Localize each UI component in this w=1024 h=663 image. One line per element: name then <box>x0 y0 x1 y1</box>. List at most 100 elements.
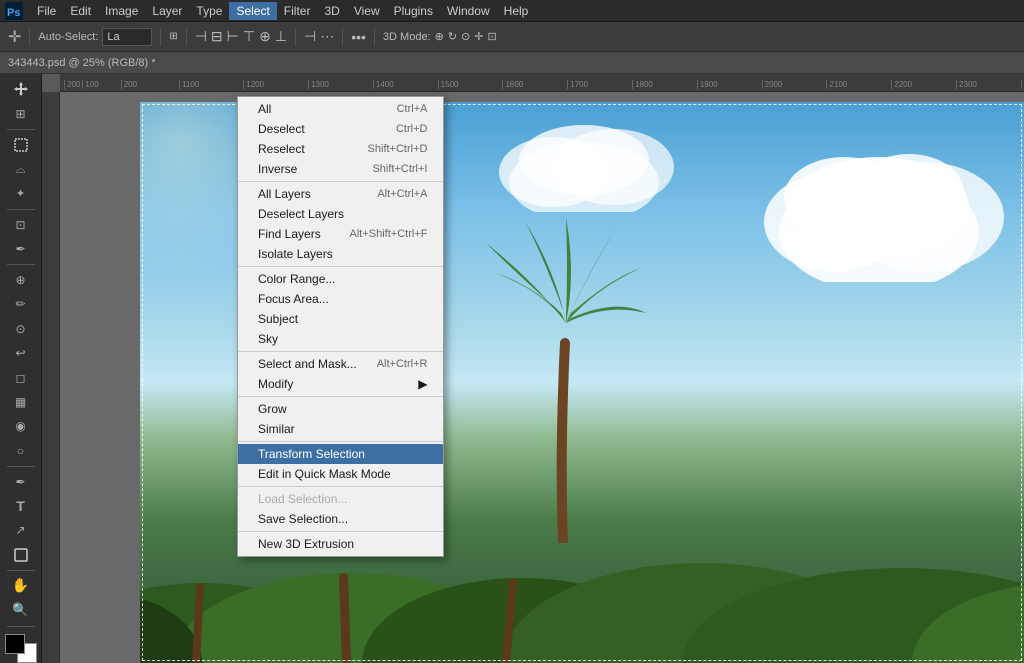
menu-item-color-range-label: Color Range... <box>258 272 335 286</box>
vertical-ruler <box>42 92 60 663</box>
menu-item-transform-selection-label: Transform Selection <box>258 447 365 461</box>
menu-item-sky[interactable]: Sky <box>238 329 443 349</box>
crop-tool[interactable]: ⊡ <box>6 213 36 235</box>
menu-section-mask: Select and Mask... Alt+Ctrl+R Modify ▶ <box>238 352 443 397</box>
tool-separator-4 <box>7 466 35 467</box>
menu-item-deselect-shortcut: Ctrl+D <box>396 123 427 135</box>
menu-item-grow[interactable]: Grow <box>238 399 443 419</box>
menu-item-select-and-mask[interactable]: Select and Mask... Alt+Ctrl+R <box>238 354 443 374</box>
distribute-left-icon[interactable]: ⊣ <box>304 28 316 45</box>
menu-item-all-shortcut: Ctrl+A <box>397 103 428 115</box>
menu-item-edit-quick-mask[interactable]: Edit in Quick Mask Mode <box>238 464 443 484</box>
menu-item-edit-quick-mask-label: Edit in Quick Mask Mode <box>258 467 391 481</box>
menu-item-focus-area-label: Focus Area... <box>258 292 329 306</box>
marquee-tool[interactable] <box>6 134 36 156</box>
menu-item-save-selection[interactable]: Save Selection... <box>238 509 443 529</box>
dodge-tool[interactable]: ○ <box>6 439 36 461</box>
align-bottom-icon[interactable]: ⊥ <box>275 28 287 45</box>
menu-item-select-and-mask-label: Select and Mask... <box>258 357 357 371</box>
hand-tool[interactable]: ✋ <box>6 575 36 597</box>
align-center-h-icon[interactable]: ⊟ <box>211 28 223 45</box>
3d-slide-icon[interactable]: ⊡ <box>488 30 497 43</box>
shape-tool[interactable] <box>6 544 36 566</box>
select-menu-panel: All Ctrl+A Deselect Ctrl+D Reselect Shif… <box>237 96 444 557</box>
align-center-v-icon[interactable]: ⊕ <box>259 28 271 45</box>
menu-item-new-3d-extrusion[interactable]: New 3D Extrusion <box>238 534 443 554</box>
menu-edit[interactable]: Edit <box>63 2 98 20</box>
menu-item-all[interactable]: All Ctrl+A <box>238 99 443 119</box>
menu-plugins[interactable]: Plugins <box>387 2 440 20</box>
menu-section-layers: All Layers Alt+Ctrl+A Deselect Layers Fi… <box>238 182 443 267</box>
menu-help[interactable]: Help <box>497 2 536 20</box>
3d-pan-icon[interactable]: ✛ <box>474 30 483 43</box>
align-left-icon[interactable]: ⊣ <box>195 28 207 45</box>
history-brush-tool[interactable]: ↩ <box>6 342 36 364</box>
heal-tool[interactable]: ⊕ <box>6 269 36 291</box>
menu-section-transform: Transform Selection Edit in Quick Mask M… <box>238 442 443 487</box>
align-top-icon[interactable]: ⊤ <box>243 28 255 45</box>
3d-mode-icon[interactable]: ⊕ <box>435 30 444 43</box>
horizontal-ruler: 200 100 200 1100 1200 1300 1400 1500 160… <box>60 74 1024 92</box>
brush-tool[interactable]: ✏ <box>6 293 36 315</box>
menu-item-transform-selection[interactable]: Transform Selection <box>238 444 443 464</box>
menu-filter[interactable]: Filter <box>277 2 318 20</box>
menu-item-all-layers-shortcut: Alt+Ctrl+A <box>377 188 427 200</box>
eyedropper-tool[interactable]: ✒ <box>6 238 36 260</box>
menu-window[interactable]: Window <box>440 2 497 20</box>
move-tool-icon: ✛ <box>8 27 21 47</box>
menu-item-isolate-layers[interactable]: Isolate Layers <box>238 244 443 264</box>
distribute-h-icon[interactable]: ⋯ <box>320 28 334 45</box>
path-select-tool[interactable]: ↗ <box>6 519 36 541</box>
menu-file[interactable]: File <box>30 2 63 20</box>
menu-section-grow: Grow Similar <box>238 397 443 442</box>
eraser-tool[interactable]: ◻ <box>6 366 36 388</box>
menu-item-focus-area[interactable]: Focus Area... <box>238 289 443 309</box>
menu-item-deselect[interactable]: Deselect Ctrl+D <box>238 119 443 139</box>
menu-item-color-range[interactable]: Color Range... <box>238 269 443 289</box>
3d-rotate-icon[interactable]: ↻ <box>448 30 457 43</box>
foreground-color-swatch[interactable] <box>5 634 25 654</box>
zoom-tool[interactable]: 🔍 <box>6 599 36 621</box>
more-options-icon[interactable]: ••• <box>351 29 366 45</box>
tool-separator-6 <box>7 626 35 627</box>
move-tool[interactable] <box>6 78 36 100</box>
type-tool[interactable]: T <box>6 495 36 517</box>
menu-item-modify[interactable]: Modify ▶ <box>238 374 443 394</box>
menu-item-subject[interactable]: Subject <box>238 309 443 329</box>
menu-item-find-layers[interactable]: Find Layers Alt+Shift+Ctrl+F <box>238 224 443 244</box>
menu-view[interactable]: View <box>347 2 387 20</box>
menu-item-inverse[interactable]: Inverse Shift+Ctrl+I <box>238 159 443 179</box>
menu-layer[interactable]: Layer <box>145 2 189 20</box>
magic-wand-tool[interactable]: ✦ <box>6 182 36 204</box>
menu-section-subject: Color Range... Focus Area... Subject Sky <box>238 267 443 352</box>
menu-item-similar[interactable]: Similar <box>238 419 443 439</box>
menu-item-all-layers[interactable]: All Layers Alt+Ctrl+A <box>238 184 443 204</box>
menu-item-modify-arrow: ▶ <box>418 377 427 391</box>
menu-item-deselect-layers[interactable]: Deselect Layers <box>238 204 443 224</box>
clone-stamp-tool[interactable]: ⊙ <box>6 318 36 340</box>
main-area: ⊞ ⌓ ✦ ⊡ ✒ ⊕ ✏ ⊙ ↩ ◻ ▦ ◉ ○ ✒ T ↗ ✋ 🔍 <box>0 74 1024 663</box>
svg-text:Ps: Ps <box>7 7 20 19</box>
menu-image[interactable]: Image <box>98 2 145 20</box>
menu-item-reselect[interactable]: Reselect Shift+Ctrl+D <box>238 139 443 159</box>
artboard-tool[interactable]: ⊞ <box>6 102 36 124</box>
blur-tool[interactable]: ◉ <box>6 415 36 437</box>
color-swatches <box>3 634 39 663</box>
app-logo: Ps <box>4 1 24 21</box>
lasso-tool[interactable]: ⌓ <box>6 158 36 180</box>
menu-item-all-layers-label: All Layers <box>258 187 311 201</box>
menu-item-reselect-label: Reselect <box>258 142 305 156</box>
menu-item-sky-label: Sky <box>258 332 278 346</box>
menu-item-load-selection-label: Load Selection... <box>258 492 347 506</box>
canvas-area: 200 100 200 1100 1200 1300 1400 1500 160… <box>42 74 1024 663</box>
palm-fronds <box>476 213 656 333</box>
pen-tool[interactable]: ✒ <box>6 471 36 493</box>
3d-orbit-icon[interactable]: ⊙ <box>461 30 470 43</box>
auto-select-input[interactable] <box>102 28 152 46</box>
tool-separator-5 <box>7 570 35 571</box>
align-right-icon[interactable]: ⊢ <box>227 28 239 45</box>
gradient-tool[interactable]: ▦ <box>6 391 36 413</box>
menu-select[interactable]: Select <box>229 2 276 20</box>
menu-type[interactable]: Type <box>189 2 229 20</box>
menu-3d[interactable]: 3D <box>317 2 346 20</box>
